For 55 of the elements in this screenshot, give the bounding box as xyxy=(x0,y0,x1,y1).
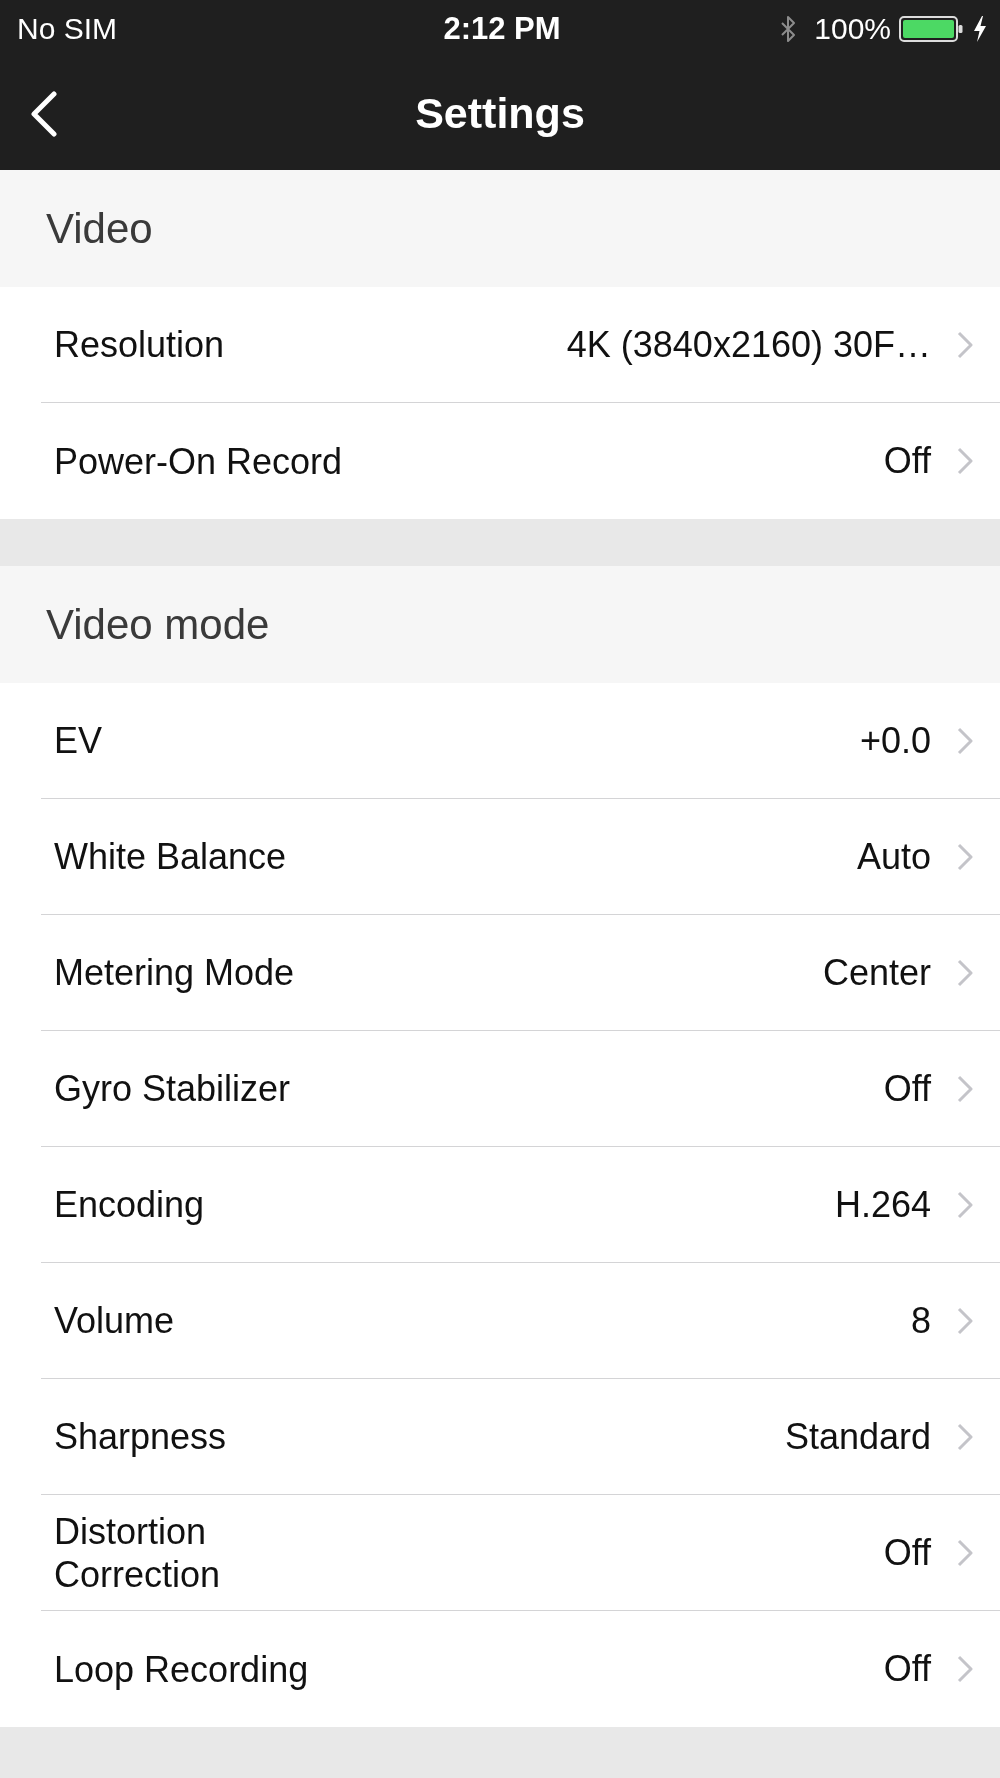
chevron-icon xyxy=(957,1306,973,1335)
back-icon xyxy=(30,90,58,137)
clock-time: 2:12 PM xyxy=(443,10,561,47)
row-label: Distortion Correction xyxy=(54,1509,222,1596)
chevron-icon xyxy=(957,1190,973,1219)
row-value: 8 xyxy=(909,1299,931,1342)
row-value: Off xyxy=(882,1531,931,1574)
row-value: 4K (3840x2160) 30F… xyxy=(565,323,931,366)
settings-row[interactable]: Resolution 4K (3840x2160) 30F… xyxy=(0,287,1000,403)
page-title: Settings xyxy=(415,89,585,138)
settings-row[interactable]: Encoding H.264 xyxy=(0,1147,1000,1263)
row-value: Center xyxy=(821,951,931,994)
row-value: Off xyxy=(882,440,931,482)
row-label: EV xyxy=(54,719,103,762)
settings-row[interactable]: Gyro Stabilizer Off xyxy=(0,1031,1000,1147)
settings-row[interactable]: Distortion Correction Off xyxy=(0,1495,1000,1611)
settings-row[interactable]: EV +0.0 xyxy=(0,683,1000,799)
chevron-icon xyxy=(957,447,973,475)
row-value: Off xyxy=(882,1648,931,1690)
chevron-icon xyxy=(957,726,973,755)
section-header: Video mode xyxy=(0,566,1000,683)
row-label: Power-On Record xyxy=(54,439,343,483)
row-value: Off xyxy=(882,1067,931,1110)
settings-row[interactable]: Volume 8 xyxy=(0,1263,1000,1379)
row-label: Encoding xyxy=(54,1183,205,1226)
row-label: Metering Mode xyxy=(54,951,295,994)
chevron-icon xyxy=(957,1422,973,1451)
chevron-icon xyxy=(957,1655,973,1683)
battery-percent: 100% xyxy=(814,11,891,46)
lightning-bolt-icon xyxy=(973,15,987,42)
back-button[interactable] xyxy=(30,90,58,137)
bluetooth-icon xyxy=(780,14,797,43)
chevron-icon xyxy=(957,842,973,871)
settings-row[interactable]: Loop Recording Off xyxy=(0,1611,1000,1727)
row-label: Volume xyxy=(54,1299,175,1342)
settings-row[interactable]: White Balance Auto xyxy=(0,799,1000,915)
row-label: Resolution xyxy=(54,323,225,366)
row-value: +0.0 xyxy=(858,719,931,762)
row-label: Gyro Stabilizer xyxy=(54,1067,291,1110)
battery-icon xyxy=(899,15,963,42)
row-label: White Balance xyxy=(54,835,287,878)
row-value: Standard xyxy=(783,1415,931,1458)
row-value: Auto xyxy=(855,835,931,878)
chevron-icon xyxy=(957,330,973,359)
chevron-icon xyxy=(957,1074,973,1103)
row-label: Sharpness xyxy=(54,1415,227,1458)
settings-row[interactable]: Sharpness Standard xyxy=(0,1379,1000,1495)
row-label: Loop Recording xyxy=(54,1647,309,1691)
carrier-text: No SIM xyxy=(17,11,118,46)
row-value: H.264 xyxy=(833,1183,931,1226)
settings-row[interactable]: Power-On Record Off xyxy=(0,403,1000,519)
chevron-icon xyxy=(957,958,973,987)
section-header: Video xyxy=(0,170,1000,287)
chevron-icon xyxy=(957,1538,973,1567)
settings-row[interactable]: Metering Mode Center xyxy=(0,915,1000,1031)
